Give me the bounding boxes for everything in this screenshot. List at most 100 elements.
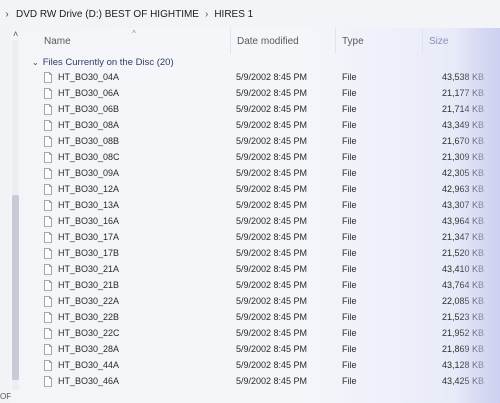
file-type: File [342,328,357,338]
file-size: 42,305 KB [441,168,484,178]
file-name: HT_BO30_46A [58,376,120,386]
file-type: File [342,376,357,386]
file-row[interactable]: HT_BO30_13A 5/9/2002 8:45 PM File 43,307 KB [30,198,500,214]
file-type: File [342,216,357,226]
file-row[interactable]: HT_BO30_44A 5/9/2002 8:45 PM File 43,128 KB [30,358,500,374]
file-date-modified: 5/9/2002 8:45 PM [236,216,308,226]
file-name: HT_BO30_28A [58,344,120,354]
file-date-modified: 5/9/2002 8:45 PM [236,328,308,338]
file-name: HT_BO30_21B [58,280,120,290]
file-type: File [342,120,357,130]
file-list: HT_BO30_04A 5/9/2002 8:45 PM File 43,538 KB… [30,70,500,390]
file-size: 22,085 KB [441,296,484,306]
file-date-modified: 5/9/2002 8:45 PM [236,360,308,370]
group-header[interactable]: ⌄ Files Currently on the Disc (20) [32,54,174,70]
file-icon [44,296,52,307]
file-type: File [342,312,357,322]
chevron-down-icon[interactable]: ⌄ [32,58,39,67]
file-date-modified: 5/9/2002 8:45 PM [236,152,308,162]
column-header-type[interactable]: Type [335,28,422,54]
file-date-modified: 5/9/2002 8:45 PM [236,104,308,114]
file-date-modified: 5/9/2002 8:45 PM [236,312,308,322]
file-size: 21,952 KB [441,328,484,338]
file-row[interactable]: HT_BO30_21B 5/9/2002 8:45 PM File 43,764 KB [30,278,500,294]
file-row[interactable]: HT_BO30_08B 5/9/2002 8:45 PM File 21,670 KB [30,134,500,150]
file-icon [44,200,52,211]
chevron-right-icon[interactable]: › [2,9,12,20]
file-name: HT_BO30_22A [58,296,120,306]
file-size: 21,714 KB [441,104,484,114]
file-date-modified: 5/9/2002 8:45 PM [236,72,308,82]
file-size: 43,964 KB [441,216,484,226]
file-row[interactable]: HT_BO30_17A 5/9/2002 8:45 PM File 21,347 KB [30,230,500,246]
file-row[interactable]: HT_BO30_21A 5/9/2002 8:45 PM File 43,410 KB [30,262,500,278]
column-header-size[interactable]: Size [422,28,500,54]
file-icon [44,136,52,147]
file-size: 43,764 KB [441,280,484,290]
file-row[interactable]: HT_BO30_09A 5/9/2002 8:45 PM File 42,305 KB [30,166,500,182]
file-icon [44,328,52,339]
file-size: 21,869 KB [441,344,484,354]
file-row[interactable]: HT_BO30_06B 5/9/2002 8:45 PM File 21,714 KB [30,102,500,118]
file-size: 43,349 KB [441,120,484,130]
chevron-up-icon[interactable]: ˄ [13,29,18,39]
file-row[interactable]: HT_BO30_17B 5/9/2002 8:45 PM File 21,520 KB [30,246,500,262]
breadcrumb-drive[interactable]: DVD RW Drive (D:) BEST OF HIGHTIME [12,9,203,20]
navigation-pane-edge [0,28,10,403]
file-date-modified: 5/9/2002 8:45 PM [236,264,308,274]
file-type: File [342,360,357,370]
file-date-modified: 5/9/2002 8:45 PM [236,344,308,354]
file-name: HT_BO30_06A [58,88,120,98]
file-type: File [342,200,357,210]
file-icon [44,376,52,387]
file-date-modified: 5/9/2002 8:45 PM [236,120,308,130]
column-header-name[interactable]: Name [30,28,230,54]
column-header-date-modified[interactable]: Date modified [230,28,335,54]
file-size: 21,309 KB [441,152,484,162]
file-name: HT_BO30_16A [58,216,120,226]
file-row[interactable]: HT_BO30_22C 5/9/2002 8:45 PM File 21,952 KB [30,326,500,342]
breadcrumb-folder[interactable]: HIRES 1 [210,9,257,20]
address-bar[interactable]: › DVD RW Drive (D:) BEST OF HIGHTIME › H… [0,0,500,28]
file-row[interactable]: HT_BO30_06A 5/9/2002 8:45 PM File 21,177 KB [30,86,500,102]
file-icon [44,216,52,227]
file-icon [44,168,52,179]
file-icon [44,344,52,355]
file-type: File [342,72,357,82]
file-date-modified: 5/9/2002 8:45 PM [236,200,308,210]
file-icon [44,232,52,243]
file-size: 43,538 KB [441,72,484,82]
file-name: HT_BO30_13A [58,200,120,210]
file-size: 21,520 KB [441,248,484,258]
file-type: File [342,136,357,146]
file-row[interactable]: HT_BO30_08C 5/9/2002 8:45 PM File 21,309 KB [30,150,500,166]
file-icon [44,120,52,131]
file-name: HT_BO30_17A [58,232,120,242]
file-icon [44,104,52,115]
navigation-scrollbar-thumb[interactable] [12,195,19,380]
file-row[interactable]: HT_BO30_08A 5/9/2002 8:45 PM File 43,349 KB [30,118,500,134]
file-icon [44,312,52,323]
file-row[interactable]: HT_BO30_16A 5/9/2002 8:45 PM File 43,964 KB [30,214,500,230]
file-type: File [342,88,357,98]
file-name: HT_BO30_44A [58,360,120,370]
file-size: 42,963 KB [441,184,484,194]
file-name: HT_BO30_04A [58,72,120,82]
file-row[interactable]: HT_BO30_04A 5/9/2002 8:45 PM File 43,538 KB [30,70,500,86]
file-date-modified: 5/9/2002 8:45 PM [236,232,308,242]
file-name: HT_BO30_08B [58,136,120,146]
file-type: File [342,344,357,354]
file-row[interactable]: HT_BO30_46A 5/9/2002 8:45 PM File 43,425 KB [30,374,500,390]
file-date-modified: 5/9/2002 8:45 PM [236,184,308,194]
chevron-right-icon[interactable]: › [203,9,210,20]
file-date-modified: 5/9/2002 8:45 PM [236,168,308,178]
file-row[interactable]: HT_BO30_22A 5/9/2002 8:45 PM File 22,085 KB [30,294,500,310]
file-size: 43,425 KB [441,376,484,386]
file-row[interactable]: HT_BO30_12A 5/9/2002 8:45 PM File 42,963 KB [30,182,500,198]
file-row[interactable]: HT_BO30_22B 5/9/2002 8:45 PM File 21,523 KB [30,310,500,326]
file-row[interactable]: HT_BO30_28A 5/9/2002 8:45 PM File 21,869 KB [30,342,500,358]
truncated-label: OF [0,392,12,401]
file-name: HT_BO30_09A [58,168,120,178]
file-icon [44,152,52,163]
file-size: 43,307 KB [441,200,484,210]
